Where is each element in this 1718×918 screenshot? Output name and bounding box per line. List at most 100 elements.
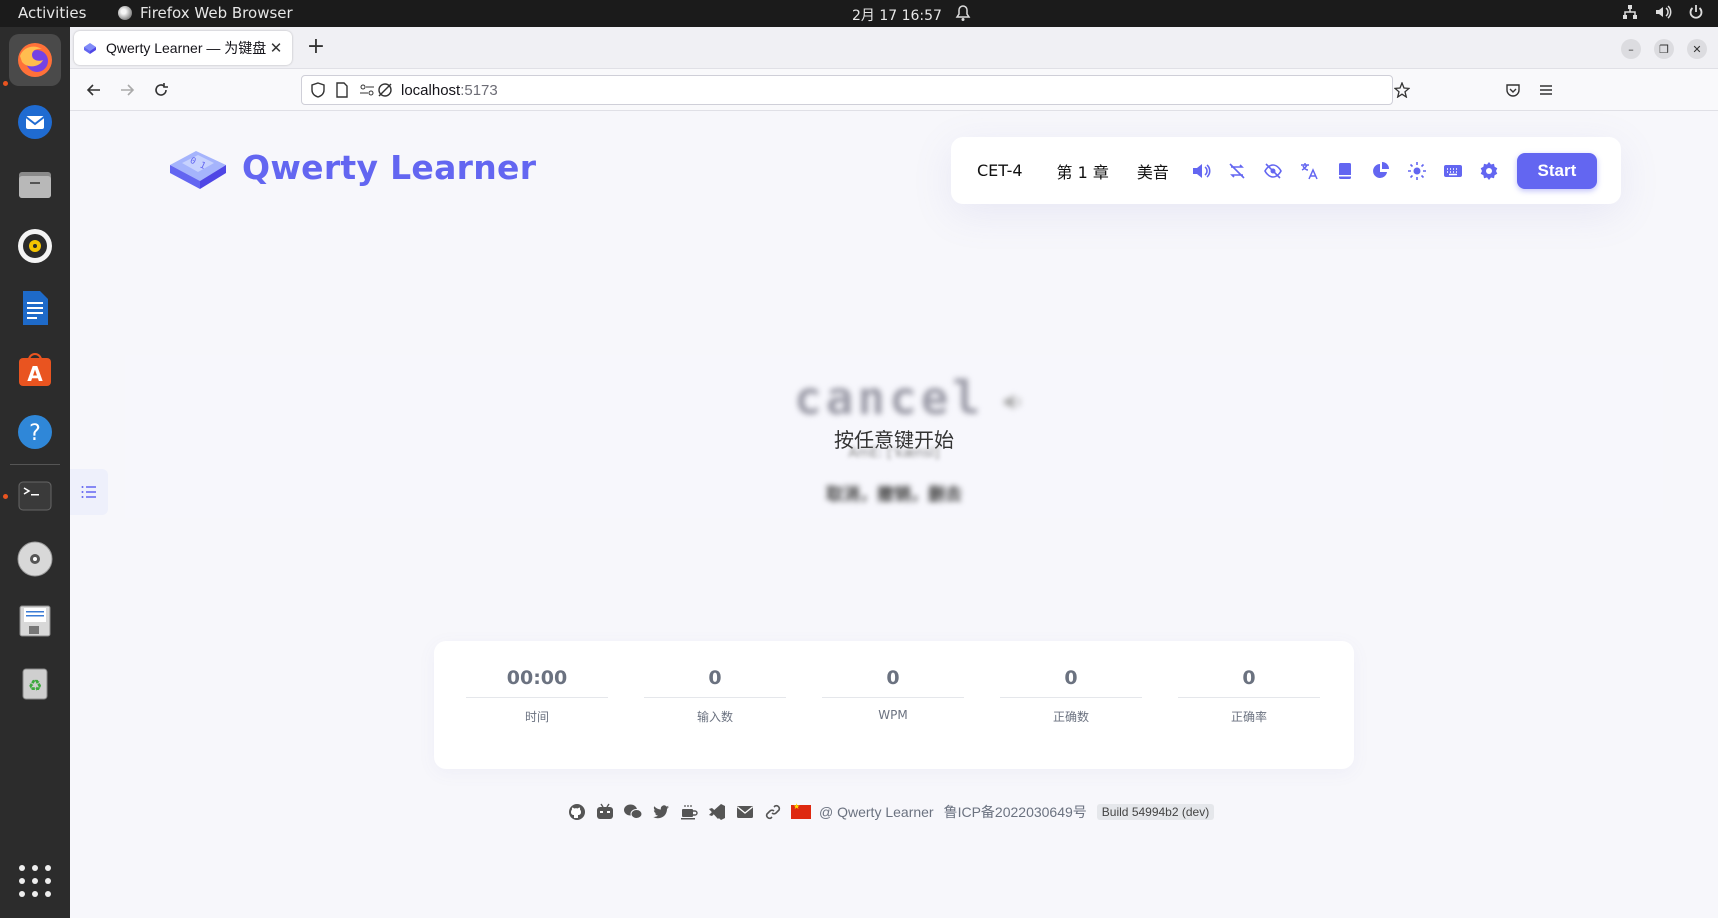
- pronunciation-selector[interactable]: 美音: [1137, 159, 1169, 183]
- forward-icon[interactable]: [115, 78, 139, 102]
- browser-nav-bar: localhost:5173: [70, 69, 1718, 111]
- book-icon[interactable]: [1335, 161, 1355, 181]
- bell-icon[interactable]: [955, 4, 971, 22]
- dock-app-center[interactable]: A: [9, 344, 61, 396]
- dock-terminal[interactable]: [9, 470, 61, 522]
- stat-label: WPM: [878, 708, 908, 722]
- svg-text:?: ?: [29, 421, 41, 446]
- translate-icon[interactable]: [1299, 161, 1319, 181]
- footer-icp[interactable]: 鲁ICP备2022030649号: [944, 802, 1087, 822]
- mail-icon[interactable]: [735, 802, 755, 822]
- url-bar[interactable]: localhost:5173: [301, 75, 1411, 105]
- activities-button[interactable]: Activities: [18, 4, 86, 22]
- practice-toolbar: CET-4 第 1 章 美音 Start: [951, 137, 1621, 204]
- sun-icon[interactable]: [1407, 161, 1427, 181]
- github-icon[interactable]: [567, 802, 587, 822]
- stat-label: 输入数: [696, 710, 733, 724]
- dock-disc[interactable]: [9, 533, 61, 585]
- floppy-icon: [19, 605, 51, 637]
- dock-help[interactable]: ?: [9, 406, 61, 458]
- stat-time: 00:00 时间: [466, 667, 608, 725]
- pie-chart-icon[interactable]: [1371, 161, 1391, 181]
- stat-label: 正确率: [1230, 710, 1267, 724]
- dictionary-selector[interactable]: CET-4: [977, 161, 1023, 180]
- close-window-button[interactable]: ✕: [1687, 39, 1707, 59]
- qwerty-learner-page: 0 1 Qwerty Learner CET-4 第 1 章 美音 Start …: [70, 111, 1718, 918]
- app-center-icon: A: [19, 353, 51, 386]
- permissions-icon[interactable]: [359, 82, 375, 102]
- rhythmbox-icon: [18, 229, 52, 263]
- browser-tab-bar: Qwerty Learner — 为键盘 ✕ + – ❐ ✕: [70, 27, 1718, 69]
- coffee-icon[interactable]: [679, 802, 699, 822]
- files-icon: [19, 172, 51, 198]
- dock-trash[interactable]: ♻: [9, 657, 61, 709]
- dock-rhythmbox[interactable]: [9, 220, 61, 272]
- stat-value: 0: [1178, 667, 1320, 698]
- dock: A ? ♻: [0, 27, 70, 918]
- stat-accuracy: 0 正确率: [1178, 667, 1320, 725]
- stat-value: 00:00: [466, 667, 608, 698]
- app-logo[interactable]: 0 1 Qwerty Learner: [166, 139, 536, 195]
- clock[interactable]: 2月 17 16:57: [852, 5, 942, 25]
- word-speaker-icon[interactable]: [1002, 391, 1024, 417]
- shield-icon[interactable]: [310, 82, 326, 102]
- bookmark-star-icon[interactable]: [1393, 81, 1411, 102]
- dock-files[interactable]: [9, 158, 61, 210]
- network-icon[interactable]: [1622, 3, 1638, 21]
- loop-off-icon[interactable]: [1227, 161, 1247, 181]
- dock-save[interactable]: [9, 595, 61, 647]
- app-menu-label: Firefox Web Browser: [140, 4, 293, 22]
- wechat-icon[interactable]: [623, 802, 643, 822]
- back-icon[interactable]: [82, 78, 106, 102]
- reload-icon[interactable]: [149, 78, 173, 102]
- keycap-logo-icon: 0 1: [170, 151, 226, 189]
- pocket-icon[interactable]: [1501, 78, 1525, 102]
- qwerty-favicon-icon: [84, 43, 96, 54]
- trash-icon: ♻: [22, 668, 48, 700]
- menu-icon[interactable]: [1534, 78, 1558, 102]
- restore-button[interactable]: ❐: [1654, 39, 1674, 59]
- footer-credit[interactable]: @ Qwerty Learner: [819, 804, 934, 820]
- word-list-toggle[interactable]: [70, 469, 108, 515]
- china-flag-icon[interactable]: [791, 802, 811, 819]
- word-phonetic: AmE: [ˈkænsl]: [848, 446, 940, 461]
- new-tab-button[interactable]: +: [303, 35, 329, 61]
- svg-text:♻: ♻: [28, 676, 42, 695]
- dock-thunderbird[interactable]: [9, 96, 61, 148]
- chapter-selector[interactable]: 第 1 章: [1057, 159, 1109, 183]
- stats-panel: 00:00 时间 0 输入数 0 WPM 0 正确数 0 正确率: [434, 641, 1354, 769]
- volume-icon[interactable]: [1191, 161, 1211, 181]
- footer: @ Qwerty Learner 鲁ICP备2022030649号 Build …: [567, 801, 1215, 823]
- minimize-button[interactable]: –: [1621, 39, 1641, 59]
- stat-label: 时间: [524, 710, 549, 724]
- power-icon[interactable]: [1688, 3, 1704, 21]
- gear-icon[interactable]: [1479, 161, 1499, 181]
- svg-text:A: A: [27, 362, 43, 386]
- volume-tray-icon[interactable]: [1654, 3, 1672, 21]
- keyboard-icon[interactable]: [1443, 161, 1463, 181]
- app-menu[interactable]: Firefox Web Browser: [118, 4, 293, 22]
- firefox-small-icon: [118, 6, 132, 20]
- start-button[interactable]: Start: [1516, 152, 1597, 189]
- word-translation: 取消，撤销，删去: [826, 485, 962, 505]
- bilibili-icon[interactable]: [595, 802, 615, 822]
- tracking-off-icon[interactable]: [377, 82, 393, 102]
- page-icon[interactable]: [334, 82, 350, 102]
- link-icon[interactable]: [763, 802, 783, 822]
- stat-value: 0: [822, 667, 964, 698]
- dock-writer[interactable]: [9, 282, 61, 334]
- firefox-icon: [18, 43, 52, 77]
- vscode-icon[interactable]: [707, 802, 727, 822]
- stat-value: 0: [1000, 667, 1142, 698]
- close-tab-icon[interactable]: ✕: [268, 39, 284, 57]
- stat-input-count: 0 输入数: [644, 667, 786, 725]
- twitter-icon[interactable]: [651, 802, 671, 822]
- dock-firefox[interactable]: [9, 34, 61, 86]
- show-apps-icon[interactable]: [19, 865, 51, 897]
- system-top-bar: Activities Firefox Web Browser 2月 17 16:…: [0, 0, 1718, 27]
- url-text: localhost:5173: [401, 82, 498, 99]
- eye-off-icon[interactable]: [1263, 161, 1283, 181]
- list-icon: [81, 486, 96, 498]
- tab-qwerty-learner[interactable]: Qwerty Learner — 为键盘 ✕: [74, 31, 292, 65]
- build-badge: Build 54994b2 (dev): [1096, 804, 1215, 820]
